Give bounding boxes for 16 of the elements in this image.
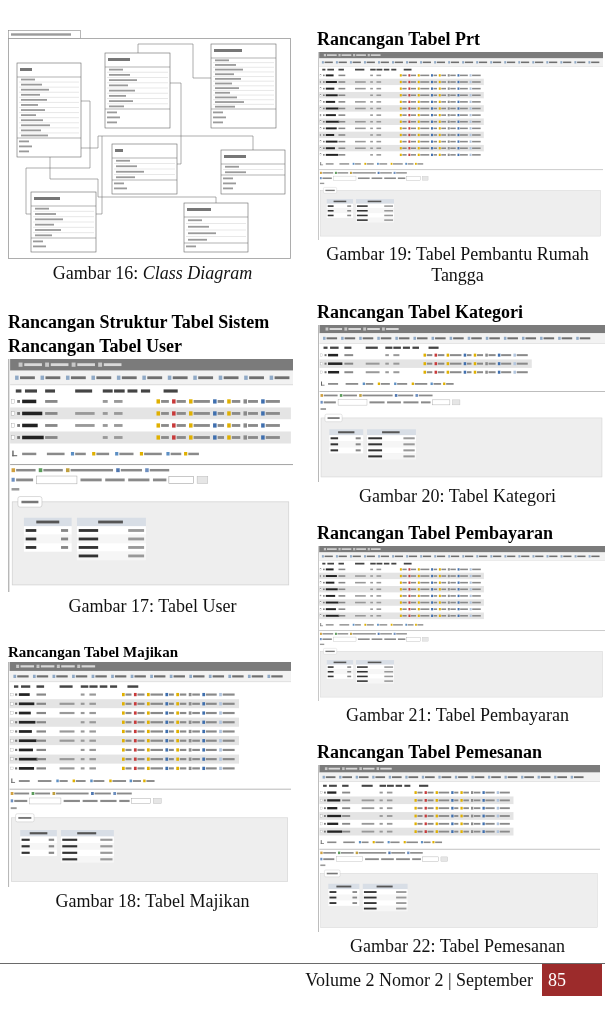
journal-issue-label: Volume 2 Nomor 2 | September (305, 969, 533, 992)
section-heading: Rancangan Tabel Kategori (316, 301, 525, 324)
section-heading: Rancangan Struktur Tabel Sistem (7, 311, 271, 334)
figure-caption: Gambar 19: Tabel Pembantu Rumah Tangga (325, 244, 590, 286)
figure-caption: Gambar 16: Class Diagram (51, 263, 254, 284)
page-number: 85 (542, 964, 602, 996)
figure-caption: Gambar 18: Tabel Majikan (54, 891, 251, 912)
section-heading: Rancangan Tabel Pemesanan (316, 741, 544, 764)
figure-caption: Gambar 22: Tabel Pemesanan (349, 936, 566, 957)
section-heading: Rancangan Tabel Majikan (7, 643, 180, 661)
section-heading: Rancangan Tabel User (7, 335, 184, 358)
section-heading: Rancangan Tabel Prt (316, 28, 482, 51)
figure-caption: Gambar 17: Tabel User (67, 596, 238, 617)
figure-caption: Gambar 21: Tabel Pembayaran (345, 705, 570, 726)
section-heading: Rancangan Tabel Pembayaran (316, 522, 555, 545)
figure-caption: Gambar 20: Tabel Kategori (358, 486, 557, 507)
